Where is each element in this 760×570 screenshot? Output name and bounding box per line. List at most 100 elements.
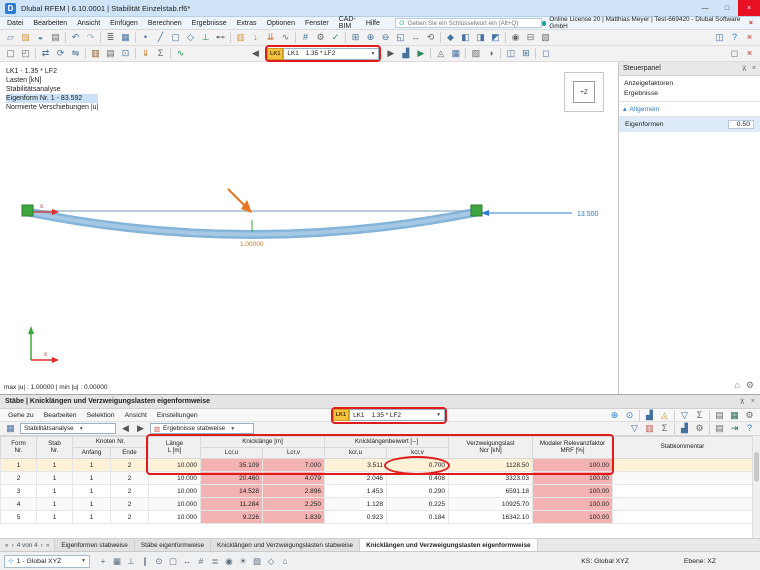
orbit-icon[interactable]: ⟲: [423, 30, 438, 45]
layers-icon[interactable]: ≣: [208, 554, 222, 569]
table-tab-2[interactable]: Stäbe eigenformweise: [134, 539, 212, 551]
link-anzeigefaktoren[interactable]: Anzeigefaktoren: [624, 80, 755, 87]
table-cell[interactable]: [612, 471, 753, 485]
table-cell[interactable]: 2.046: [324, 471, 387, 485]
menu-optionen[interactable]: Optionen: [262, 20, 300, 27]
table-row[interactable]: 5 1 1 2 10.000 9.226 1.839 0.923 0.184 16342.10 10…: [0, 510, 753, 524]
table-cell[interactable]: 1: [36, 458, 73, 472]
diagram-icon[interactable]: ▟: [677, 421, 692, 436]
table-cell[interactable]: 14.528: [200, 484, 263, 498]
table-cell[interactable]: 1: [72, 497, 111, 511]
table-cell[interactable]: 100.00: [532, 510, 613, 524]
coordinates-icon[interactable]: #: [194, 554, 208, 569]
dock-panels-icon[interactable]: ◻: [538, 46, 553, 61]
table-cell[interactable]: 35.109: [200, 458, 263, 472]
nodes-table-icon[interactable]: ⊡: [118, 46, 133, 61]
section-allgemein[interactable]: ▴ Allgemein: [619, 102, 760, 117]
table-menu-bearbeiten[interactable]: Bearbeiten: [39, 412, 82, 419]
menu-ansicht[interactable]: Ansicht: [72, 20, 105, 27]
sum-rows-icon[interactable]: Σ: [657, 421, 672, 436]
windows-icon[interactable]: ◫: [712, 30, 727, 45]
table-menu-selektion[interactable]: Selektion: [82, 412, 120, 419]
filter-rows-icon[interactable]: ▽: [627, 421, 642, 436]
close-button[interactable]: ×: [738, 0, 760, 16]
model-viewport[interactable]: x 1.00000 13.500 x LK1 - 1.35 * LF2 Last…: [0, 62, 618, 394]
table-type-icon[interactable]: ▦: [3, 421, 18, 436]
table-tab-1[interactable]: Eigenformen stabweise: [55, 539, 135, 551]
check-results-icon[interactable]: ✓: [328, 30, 343, 45]
table-cell[interactable]: 1: [36, 484, 73, 498]
table-cell[interactable]: 1: [72, 484, 111, 498]
color-scale-icon[interactable]: ▥: [642, 421, 657, 436]
table-cell[interactable]: 10925.70: [448, 497, 533, 511]
member-loads-icon[interactable]: ⇓: [138, 46, 153, 61]
navigator-icon[interactable]: ≣: [103, 30, 118, 45]
member-load-icon[interactable]: ⇊: [263, 30, 278, 45]
column-subheader[interactable]: Lcr,v: [262, 447, 325, 459]
eigenformen-factor-field[interactable]: 0.50: [728, 120, 754, 129]
results-mode-combo[interactable]: ▥ Ergebnisse stabweise ▼: [150, 423, 254, 434]
node-icon[interactable]: •: [138, 30, 153, 45]
new-window-icon[interactable]: ◫: [503, 46, 518, 61]
column-header[interactable]: Knicklänge [m]: [200, 436, 325, 448]
panel-settings-icon[interactable]: ⚙: [746, 380, 754, 391]
table-cell[interactable]: 3323.03: [448, 471, 533, 485]
grid-icon[interactable]: ▦: [110, 554, 124, 569]
table-cell[interactable]: 2: [110, 497, 149, 511]
table-cell[interactable]: 4.079: [262, 471, 325, 485]
print-icon[interactable]: ▤: [48, 30, 63, 45]
last-table-icon[interactable]: »: [46, 542, 50, 549]
guidelines-icon[interactable]: ∥: [138, 554, 152, 569]
table-cell[interactable]: 11.284: [200, 497, 263, 511]
split-window-icon[interactable]: ⊞: [518, 46, 533, 61]
table-cell[interactable]: 16342.10: [448, 510, 533, 524]
menu-cad-bim[interactable]: CAD-BIM: [334, 16, 361, 30]
eigenformen-row[interactable]: Eigenformen 0.50: [619, 117, 760, 132]
zoom-all-icon[interactable]: ◱: [393, 30, 408, 45]
shadow-icon[interactable]: ◑: [483, 46, 498, 61]
table-cell[interactable]: 10.000: [148, 497, 201, 511]
section-library-icon[interactable]: ▥: [88, 46, 103, 61]
column-subheader[interactable]: Ende: [110, 447, 149, 459]
edit-select-icon[interactable]: ▢: [3, 46, 18, 61]
support-left[interactable]: [21, 204, 34, 217]
section-view-icon[interactable]: ⊟: [523, 30, 538, 45]
light-icon[interactable]: ☀: [236, 554, 250, 569]
table-cell[interactable]: 1: [72, 471, 111, 485]
previous-loadcase-icon[interactable]: ◀: [248, 46, 263, 61]
minimize-button[interactable]: —: [694, 0, 716, 16]
column-header[interactable]: Knoten Nr.: [72, 436, 149, 448]
fullscreen-icon[interactable]: ◻: [727, 46, 742, 61]
keyword-search[interactable]: ⊙: [394, 18, 542, 28]
show-results-icon[interactable]: ∿: [173, 46, 188, 61]
table-cell[interactable]: 1: [36, 510, 73, 524]
table-cell[interactable]: 100.00: [532, 497, 613, 511]
table-cell[interactable]: 10.000: [148, 458, 201, 472]
support-icon[interactable]: ⊥: [198, 30, 213, 45]
table-scrollbar[interactable]: [752, 436, 760, 539]
column-subheader[interactable]: Lcr,u: [200, 447, 263, 459]
menu-hilfe[interactable]: Hilfe: [361, 20, 385, 27]
table-cell[interactable]: [612, 497, 753, 511]
column-subheader[interactable]: kcr,u: [324, 447, 387, 459]
member-icon[interactable]: ╱: [153, 30, 168, 45]
table-cell[interactable]: 2: [110, 458, 149, 472]
table-cell[interactable]: 2: [0, 471, 37, 485]
table-cell[interactable]: 20.460: [200, 471, 263, 485]
first-table-icon[interactable]: «: [5, 542, 9, 549]
table-cell[interactable]: 10.000: [148, 484, 201, 498]
table-row[interactable]: 4 1 1 2 10.000 11.284 2.250 1.128 0.225 10925.70 1…: [0, 497, 753, 511]
table-select-combo[interactable]: Stabilitätsanalyse ▼: [20, 423, 116, 434]
menu-berechnen[interactable]: Berechnen: [143, 20, 187, 27]
table-cell[interactable]: 0.700: [386, 458, 449, 472]
material-icon[interactable]: ▤: [103, 46, 118, 61]
table-cell[interactable]: 0.184: [386, 510, 449, 524]
load-generation-icon[interactable]: Σ: [153, 46, 168, 61]
table-cell[interactable]: 0.408: [386, 471, 449, 485]
menu-extras[interactable]: Extras: [232, 20, 262, 27]
pin-icon[interactable]: ⊼: [742, 65, 747, 73]
table-cell[interactable]: 1: [36, 497, 73, 511]
open-model-icon[interactable]: ▨: [18, 30, 33, 45]
table-cell[interactable]: 2: [110, 484, 149, 498]
view-isometric-icon[interactable]: ◆: [443, 30, 458, 45]
